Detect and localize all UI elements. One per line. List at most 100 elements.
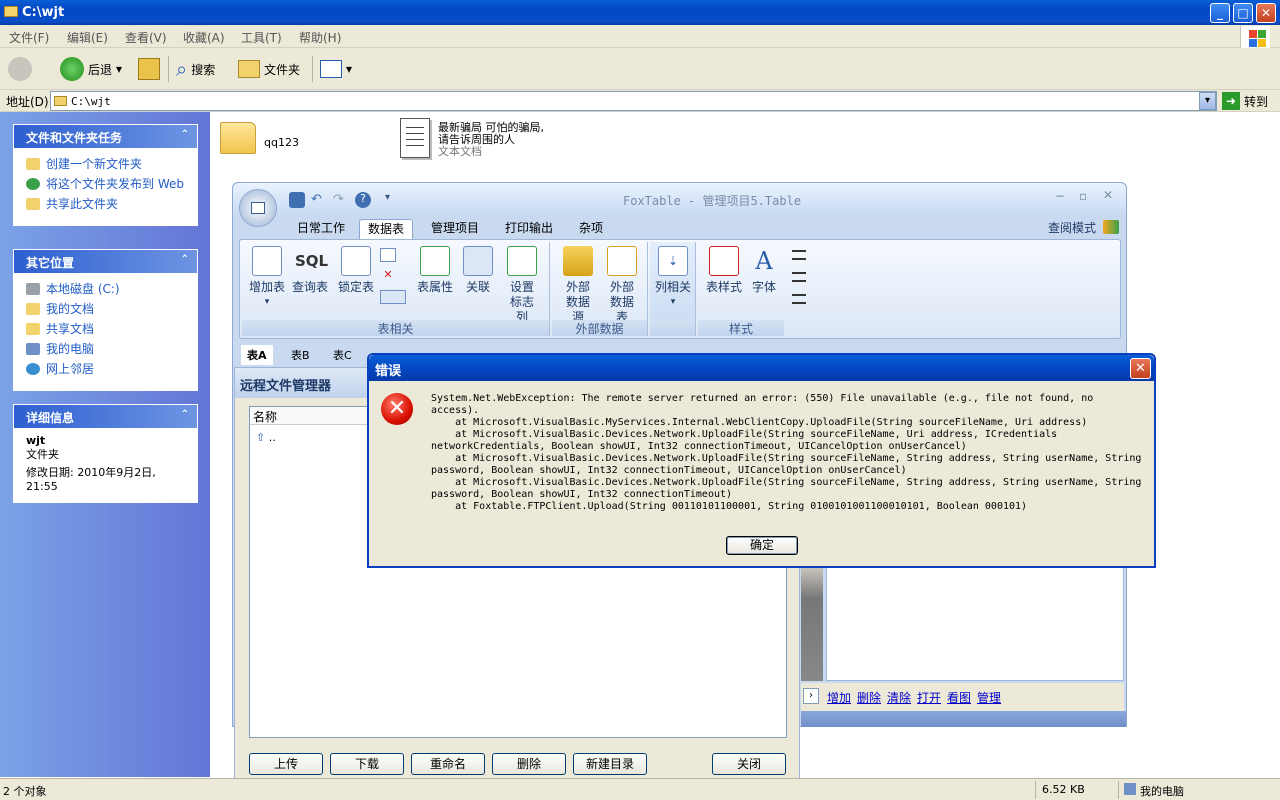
menu-edit[interactable]: 编辑(E) bbox=[67, 29, 108, 46]
new-directory-button[interactable]: 新建目录 bbox=[573, 753, 647, 775]
set-flag-column-button[interactable]: 设置 标志列 bbox=[500, 246, 544, 325]
go-label: 转到 bbox=[1244, 94, 1269, 109]
query-table-button[interactable]: SQL 查询表 bbox=[290, 246, 330, 295]
task-share-folder[interactable]: 共享此文件夹 bbox=[26, 197, 189, 212]
button-label: 外部 数据表 bbox=[609, 280, 634, 324]
align-center-icon[interactable] bbox=[792, 272, 806, 282]
menu-tools[interactable]: 工具(T) bbox=[241, 29, 282, 46]
panel-header[interactable]: 详细信息 ⌃ bbox=[14, 405, 197, 428]
folders-button[interactable]: 文件夹 bbox=[238, 56, 300, 82]
place-my-documents[interactable]: 我的文档 bbox=[26, 302, 189, 317]
panel-header[interactable]: 其它位置 ⌃ bbox=[14, 250, 197, 273]
lock-table-button[interactable]: 锁定表 bbox=[336, 246, 376, 295]
external-table-button[interactable]: 外部 数据表 bbox=[600, 246, 644, 325]
error-close-button[interactable]: ✕ bbox=[1130, 358, 1151, 379]
share-folder-icon bbox=[26, 198, 40, 210]
footer-manage-link[interactable]: 管理 bbox=[977, 689, 1001, 706]
back-button[interactable]: 后退 ▾ bbox=[60, 56, 122, 82]
redo-icon[interactable]: ↷ bbox=[333, 192, 349, 208]
help-icon[interactable]: ? bbox=[355, 192, 371, 208]
view-mode-label[interactable]: 查阅模式 bbox=[1048, 219, 1096, 236]
menu-file[interactable]: 文件(F) bbox=[9, 29, 49, 46]
tab-daily-work[interactable]: 日常工作 bbox=[289, 219, 353, 239]
external-datasource-button[interactable]: 外部 数据源 bbox=[556, 246, 600, 325]
menu-favorites[interactable]: 收藏(A) bbox=[183, 29, 225, 46]
add-table-button[interactable]: 增加表 ▾ bbox=[244, 246, 290, 310]
views-button[interactable]: ▾ bbox=[320, 56, 352, 82]
footer-expand-icon[interactable]: › bbox=[803, 688, 819, 704]
grid-scrollbar[interactable] bbox=[801, 563, 823, 681]
back-disabled-button[interactable] bbox=[8, 56, 32, 82]
font-icon: A bbox=[755, 247, 773, 275]
place-shared-documents[interactable]: 共享文档 bbox=[26, 322, 189, 337]
minimize-button[interactable]: _ bbox=[1210, 3, 1230, 23]
address-input[interactable]: C:\wjt bbox=[50, 91, 1217, 111]
footer-clear-link[interactable]: 清除 bbox=[887, 689, 911, 706]
download-button[interactable]: 下载 bbox=[330, 753, 404, 775]
tab-manage-project[interactable]: 管理项目 bbox=[423, 219, 487, 239]
tab-datatable[interactable]: 数据表 bbox=[359, 219, 414, 239]
footer-add-link[interactable]: 增加 bbox=[827, 689, 851, 706]
ribbon-group-column: ⇣ 列相关 ▾ bbox=[650, 242, 696, 336]
sheet-tab-a[interactable]: 表A bbox=[241, 345, 273, 365]
up-folder-button[interactable] bbox=[138, 56, 160, 82]
file-item-text[interactable]: 最新骗局 可怕的骗局,请告诉周围的人 文本文档 bbox=[400, 118, 548, 158]
maximize-button[interactable]: □ bbox=[1233, 3, 1253, 23]
foxtable-minimize-button[interactable]: − bbox=[1055, 189, 1065, 203]
panel-title: 文件和文件夹任务 bbox=[26, 131, 123, 145]
place-local-disk[interactable]: 本地磁盘 (C:) bbox=[26, 282, 189, 297]
undo-icon[interactable]: ↶ bbox=[311, 192, 327, 208]
sheet-tab-b[interactable]: 表B bbox=[285, 345, 316, 365]
foxtable-close-button[interactable]: ✕ bbox=[1103, 188, 1113, 202]
table-options-icon[interactable] bbox=[380, 290, 406, 304]
flag-column-icon bbox=[507, 246, 537, 276]
menu-view[interactable]: 查看(V) bbox=[125, 29, 167, 46]
go-button[interactable]: ➜ 转到 bbox=[1222, 92, 1268, 110]
font-button[interactable]: A 字体 bbox=[746, 246, 782, 295]
column-button[interactable]: ⇣ 列相关 ▾ bbox=[652, 246, 694, 310]
task-publish-web[interactable]: 将这个文件夹发布到 Web bbox=[26, 177, 189, 192]
ok-button[interactable]: 确定 bbox=[726, 536, 798, 555]
align-right-icon[interactable] bbox=[792, 294, 806, 304]
toolbar-separator bbox=[168, 56, 169, 82]
place-my-computer[interactable]: 我的电脑 bbox=[26, 342, 189, 357]
file-item-folder[interactable]: qq123 bbox=[220, 122, 299, 154]
panel-details: 详细信息 ⌃ wjt 文件夹 修改日期: 2010年9月2日, 21:55 bbox=[13, 404, 198, 503]
table-style-button[interactable]: 表样式 bbox=[702, 246, 746, 295]
address-dropdown-button[interactable]: ▾ bbox=[1199, 92, 1216, 110]
footer-chart-link[interactable]: 看图 bbox=[947, 689, 971, 706]
folder-icon bbox=[220, 122, 256, 154]
group-label: 样式 bbox=[698, 320, 784, 336]
task-new-folder[interactable]: 创建一个新文件夹 bbox=[26, 157, 189, 172]
table-properties-button[interactable]: 表属性 bbox=[414, 246, 456, 295]
grid-area[interactable] bbox=[826, 563, 1124, 681]
search-button[interactable]: ⌕ 搜索 bbox=[176, 56, 215, 82]
view-mode-icon bbox=[1103, 220, 1119, 234]
qat-customize-icon[interactable]: ▾ bbox=[385, 192, 401, 208]
up-arrow-icon: ⇧ bbox=[256, 431, 266, 444]
file-type: 文本文档 bbox=[438, 145, 482, 158]
place-network[interactable]: 网上邻居 bbox=[26, 362, 189, 377]
footer-open-link[interactable]: 打开 bbox=[917, 689, 941, 706]
upload-button[interactable]: 上传 bbox=[249, 753, 323, 775]
foxtable-maximize-button[interactable]: ▫ bbox=[1079, 189, 1087, 203]
align-left-icon[interactable] bbox=[792, 250, 806, 260]
menu-help[interactable]: 帮助(H) bbox=[299, 29, 341, 46]
rfm-close-button[interactable]: 关闭 bbox=[712, 753, 786, 775]
rename-table-icon[interactable] bbox=[380, 248, 396, 262]
tab-misc[interactable]: 杂项 bbox=[571, 219, 611, 239]
app-menu-button[interactable] bbox=[239, 189, 277, 227]
rename-button[interactable]: 重命名 bbox=[411, 753, 485, 775]
relation-button[interactable]: 关联 bbox=[458, 246, 498, 295]
footer-delete-link[interactable]: 删除 bbox=[857, 689, 881, 706]
delete-table-icon[interactable]: ✕ bbox=[380, 268, 396, 282]
delete-button[interactable]: 删除 bbox=[492, 753, 566, 775]
tab-print-output[interactable]: 打印输出 bbox=[497, 219, 561, 239]
panel-header[interactable]: 文件和文件夹任务 ⌃ bbox=[14, 125, 197, 148]
column-header-name[interactable]: 名称 bbox=[250, 407, 370, 425]
save-icon[interactable] bbox=[289, 192, 305, 208]
sheet-tab-c[interactable]: 表C bbox=[327, 345, 358, 365]
close-button[interactable]: ✕ bbox=[1256, 3, 1276, 23]
file-name: qq123 bbox=[264, 136, 299, 149]
list-item-parent[interactable]: ⇧ .. bbox=[256, 431, 276, 444]
